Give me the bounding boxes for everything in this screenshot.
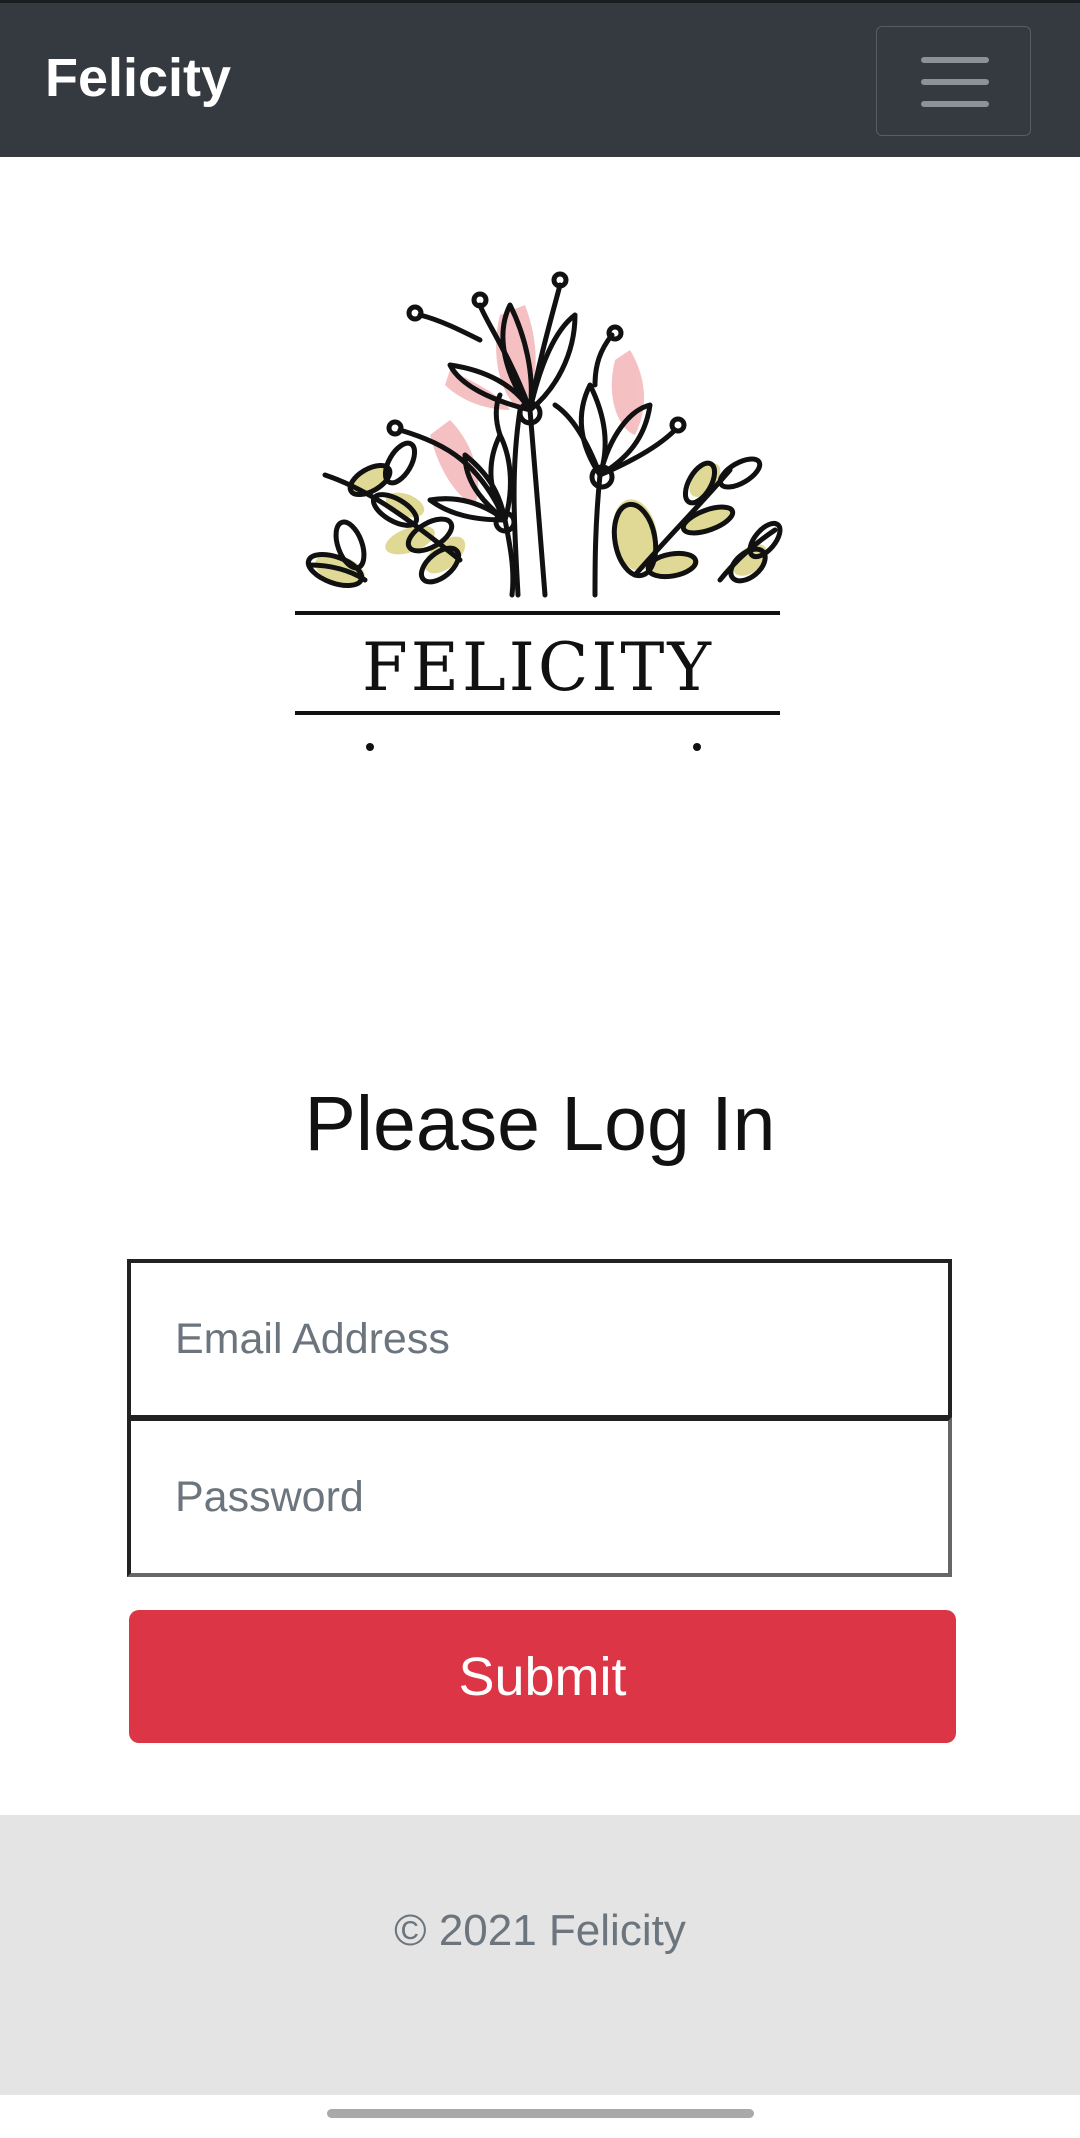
flower-bouquet-icon: FELICITY xyxy=(295,271,783,751)
felicity-logo: FELICITY xyxy=(290,235,790,765)
top-navbar: Felicity xyxy=(0,0,1080,157)
submit-button[interactable]: Submit xyxy=(129,1610,956,1743)
home-indicator[interactable] xyxy=(327,2109,754,2118)
copyright-text: © 2021 Felicity xyxy=(394,1906,686,1955)
navbar-brand[interactable]: Felicity xyxy=(45,51,231,105)
page-title: Please Log In xyxy=(304,1081,776,1167)
login-form xyxy=(127,1259,952,1577)
footer: © 2021 Felicity xyxy=(0,1815,1080,2095)
email-field[interactable] xyxy=(127,1259,952,1419)
password-field[interactable] xyxy=(127,1417,952,1577)
menu-toggle-button[interactable] xyxy=(876,26,1031,136)
logo-wordmark: FELICITY xyxy=(362,629,714,706)
